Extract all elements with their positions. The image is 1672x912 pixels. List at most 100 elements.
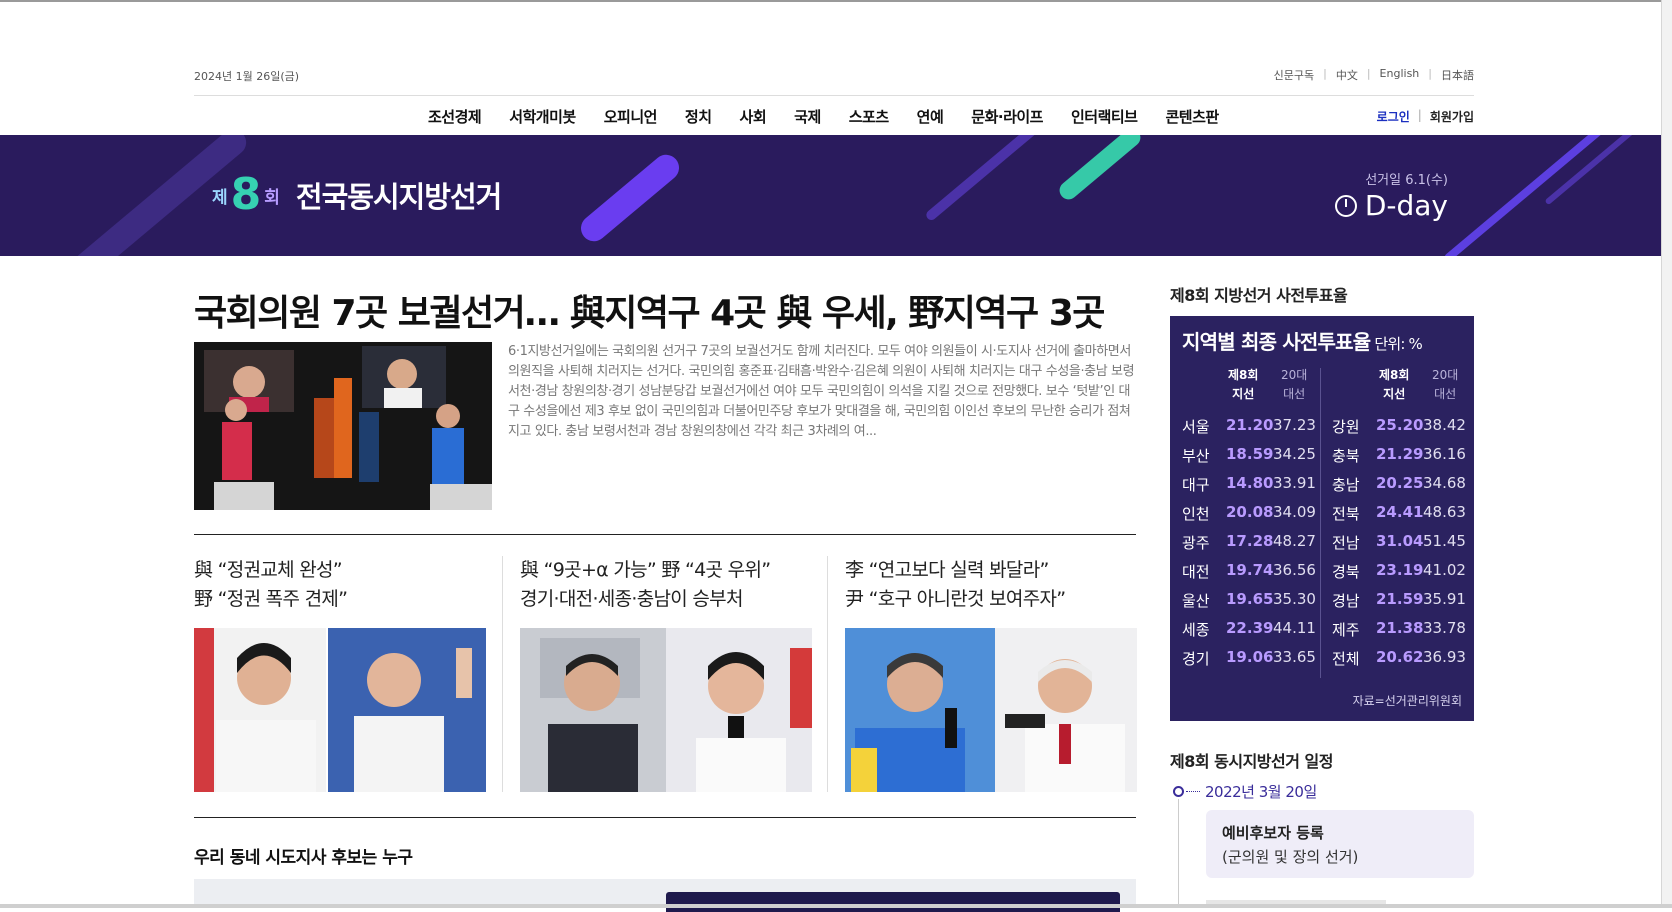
sub-photo-illustration <box>520 628 812 792</box>
vote-region: 경북 <box>1332 563 1360 581</box>
election-day: 선거일 6.1(수) <box>1365 173 1448 188</box>
nav-item-culture[interactable]: 문화·라이프 <box>957 106 1057 127</box>
join-link[interactable]: 회원가입 <box>1430 108 1474 125</box>
vote-rate-8th: 23.19 <box>1376 561 1424 579</box>
col-header-20th: 20대 대선 <box>1281 368 1308 401</box>
lead-image[interactable] <box>194 342 492 510</box>
vote-region: 전북 <box>1332 505 1360 523</box>
vote-region: 인천 <box>1182 505 1210 523</box>
nav-item-contents[interactable]: 콘텐츠판 <box>1151 106 1232 127</box>
vote-row: 전북 24.41 48.63 <box>1332 503 1472 532</box>
dday-counter: D-day <box>1334 189 1448 222</box>
sub-story-title-line2[interactable]: 野 “정권 폭주 견제” <box>194 585 486 614</box>
clock-icon <box>1334 194 1357 217</box>
vote-region: 제주 <box>1332 621 1360 639</box>
dday-label: D-day <box>1364 189 1448 222</box>
vote-rate-20th: 33.91 <box>1273 474 1316 492</box>
sub-story-2[interactable]: 與 “9곳+α 가능” 野 “4곳 우위” 경기·대전·세종·충남이 승부처 <box>520 556 812 792</box>
vote-rate-20th: 44.11 <box>1273 619 1316 637</box>
nav-item-entertainment[interactable]: 연예 <box>903 106 958 127</box>
subscribe-link[interactable]: 신문구독 <box>1265 67 1323 83</box>
vote-rate-20th: 33.78 <box>1423 619 1466 637</box>
nav-item-stockbot[interactable]: 서학개미봇 <box>495 106 590 127</box>
sub-story-1[interactable]: 與 “정권교체 완성” 野 “정권 폭주 견제” <box>194 556 486 792</box>
sub-story-title-line2[interactable]: 경기·대전·세종·충남이 승부처 <box>520 585 812 614</box>
vote-rate-20th: 34.68 <box>1423 474 1466 492</box>
vote-rate-8th: 18.59 <box>1226 445 1274 463</box>
vote-row: 강원 25.20 38.42 <box>1332 416 1472 445</box>
vote-row: 부산 18.59 34.25 <box>1182 445 1322 474</box>
logo-number: 8 <box>230 169 262 220</box>
chinese-link[interactable]: 中文 <box>1327 67 1367 83</box>
vote-region: 대구 <box>1182 476 1210 494</box>
vote-row: 전체 20.62 36.93 <box>1332 648 1472 677</box>
vote-rate-8th: 20.62 <box>1376 648 1424 666</box>
col-header-8th: 제8회 지선 <box>1228 368 1259 401</box>
login-link[interactable]: 로그인 <box>1377 108 1410 125</box>
sub-story-title-line2[interactable]: 尹 “호구 아니란것 보여주자” <box>845 585 1137 614</box>
vote-rate-20th: 36.56 <box>1273 561 1316 579</box>
candidate-panel[interactable] <box>666 892 1120 912</box>
vote-row: 전남 31.04 51.45 <box>1332 532 1472 561</box>
vote-rate-8th: 25.20 <box>1376 416 1424 434</box>
nav-item-sports[interactable]: 스포츠 <box>835 106 903 127</box>
vote-rate-20th: 48.63 <box>1423 503 1466 521</box>
schedule-heading: 제8회 동시지방선거 일정 <box>1170 752 1333 771</box>
vote-row: 서울 21.20 37.23 <box>1182 416 1322 445</box>
col-header-8th: 제8회 지선 <box>1379 368 1410 401</box>
election-banner[interactable]: 제 8 회 전국동시지방선거 선거일 6.1(수) D-day <box>0 135 1662 256</box>
vote-table-unit: 단위: % <box>1374 335 1423 353</box>
vote-row: 충남 20.25 34.68 <box>1332 474 1472 503</box>
vote-rate-8th: 19.65 <box>1226 590 1274 608</box>
vote-rate-8th: 21.59 <box>1376 590 1424 608</box>
vote-table-title: 지역별 최종 사전투표율 단위: % <box>1182 326 1423 355</box>
window-scrollbar[interactable] <box>1661 0 1672 908</box>
nav-item-economy[interactable]: 조선경제 <box>414 106 495 127</box>
vote-row: 세종 22.39 44.11 <box>1182 619 1322 648</box>
vote-rate-20th: 35.91 <box>1423 590 1466 608</box>
vote-region: 충북 <box>1332 447 1360 465</box>
sub-story-title-line1[interactable]: 李 “연고보다 실력 봐달라” <box>845 556 1137 585</box>
lead-photo-illustration <box>194 342 492 510</box>
lead-summary[interactable]: 6·1지방선거일에는 국회의원 선거구 7곳의 보궐선거도 함께 치러진다. 모… <box>508 342 1136 442</box>
vote-region: 부산 <box>1182 447 1210 465</box>
japanese-link[interactable]: 日本語 <box>1432 67 1474 83</box>
vote-region: 전남 <box>1332 534 1360 552</box>
sub-story-title-line1[interactable]: 與 “9곳+α 가능” 野 “4곳 우위” <box>520 556 812 585</box>
sub-story-3[interactable]: 李 “연고보다 실력 봐달라” 尹 “호구 아니란것 보여주자” <box>845 556 1137 792</box>
divider <box>194 534 1136 535</box>
current-date: 2024년 1월 26일(금) <box>194 70 300 83</box>
banner-stripe <box>575 149 685 247</box>
logo-suffix: 회 <box>264 187 280 208</box>
vote-region: 충남 <box>1332 476 1360 494</box>
schedule-date: 2022년 3월 20일 <box>1205 783 1317 801</box>
sub-story-title-line1[interactable]: 與 “정권교체 완성” <box>194 556 486 585</box>
window-bottom-border <box>0 904 1672 908</box>
nav-item-interactive[interactable]: 인터랙티브 <box>1057 106 1152 127</box>
sub-story-image[interactable] <box>194 628 486 792</box>
auth-links: 로그인 | 회원가입 <box>1376 108 1474 125</box>
divider <box>194 817 1136 818</box>
english-link[interactable]: English <box>1371 67 1429 83</box>
sub-story-image[interactable] <box>845 628 1137 792</box>
utility-links: 신문구독 | 中文 | English | 日本語 <box>1265 67 1474 83</box>
sub-story-image[interactable] <box>520 628 812 792</box>
nav-item-politics[interactable]: 정치 <box>671 106 726 127</box>
section-title[interactable]: 우리 동네 시도지사 후보는 누구 <box>194 843 413 868</box>
nav-item-international[interactable]: 국제 <box>780 106 835 127</box>
vote-rate-20th: 37.23 <box>1273 416 1316 434</box>
vote-table-title-text: 지역별 최종 사전투표율 <box>1182 330 1371 354</box>
vote-rate-8th: 17.28 <box>1226 532 1274 550</box>
vote-row: 대전 19.74 36.56 <box>1182 561 1322 590</box>
vote-rate-8th: 22.39 <box>1226 619 1274 637</box>
vote-region: 강원 <box>1332 418 1360 436</box>
vote-rate-20th: 51.45 <box>1423 532 1466 550</box>
nav-item-society[interactable]: 사회 <box>726 106 781 127</box>
nav-item-opinion[interactable]: 오피니언 <box>590 106 671 127</box>
vote-rate-20th: 36.16 <box>1423 445 1466 463</box>
vote-region: 세종 <box>1182 621 1210 639</box>
vote-rate-20th: 35.30 <box>1273 590 1316 608</box>
vote-section-heading: 제8회 지방선거 사전투표율 <box>1170 286 1348 305</box>
vote-row: 울산 19.65 35.30 <box>1182 590 1322 619</box>
vote-region: 대전 <box>1182 563 1210 581</box>
